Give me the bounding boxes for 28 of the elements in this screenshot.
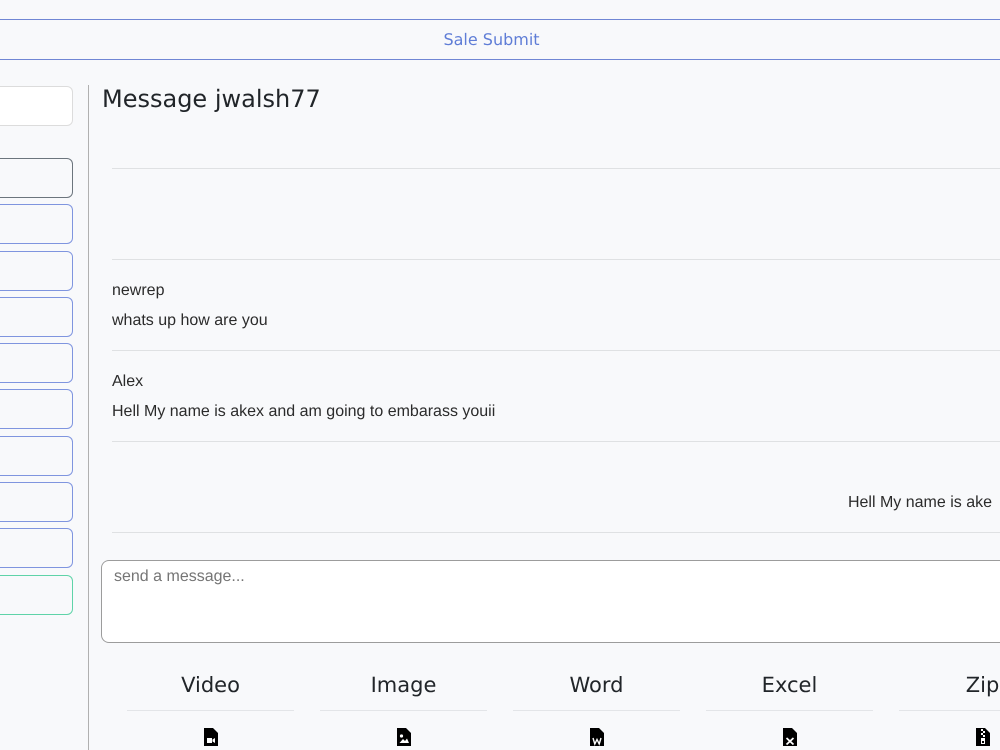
- sidebar-button[interactable]: [0, 436, 73, 476]
- attachment-label: Zip: [966, 672, 1000, 699]
- sidebar-button[interactable]: [0, 389, 73, 430]
- attachment-label: Word: [570, 672, 624, 699]
- sidebar-button[interactable]: [0, 296, 73, 337]
- conversation-title: Message jwalsh77: [102, 84, 321, 114]
- message-text: Hell My name is ake: [848, 493, 992, 513]
- message-text: whats up how are you: [112, 311, 268, 331]
- message-author: newrep: [112, 281, 164, 301]
- input-field[interactable]: [0, 86, 73, 126]
- file-zip-icon[interactable]: [976, 728, 990, 746]
- header-link[interactable]: Sale Submit: [443, 30, 540, 49]
- message-input[interactable]: send a message...: [101, 560, 1000, 643]
- file-image-icon[interactable]: [396, 728, 410, 746]
- sidebar-button[interactable]: [0, 250, 73, 291]
- sidebar-button[interactable]: [0, 343, 73, 384]
- file-word-icon[interactable]: [590, 728, 604, 746]
- message-author: Alex: [112, 372, 144, 392]
- sidebar-button[interactable]: [0, 482, 73, 522]
- attachment-label: Video: [181, 672, 240, 699]
- file-excel-icon[interactable]: [782, 728, 796, 746]
- sidebar-button[interactable]: [0, 528, 73, 568]
- attachment-label: Image: [370, 672, 436, 699]
- attachment-label: Excel: [762, 672, 818, 699]
- sidebar-button[interactable]: [0, 158, 73, 198]
- file-video-icon[interactable]: [204, 728, 218, 746]
- message-text: Hell My name is akex and am going to embarass youii: [112, 402, 496, 422]
- sidebar-button[interactable]: [0, 204, 73, 244]
